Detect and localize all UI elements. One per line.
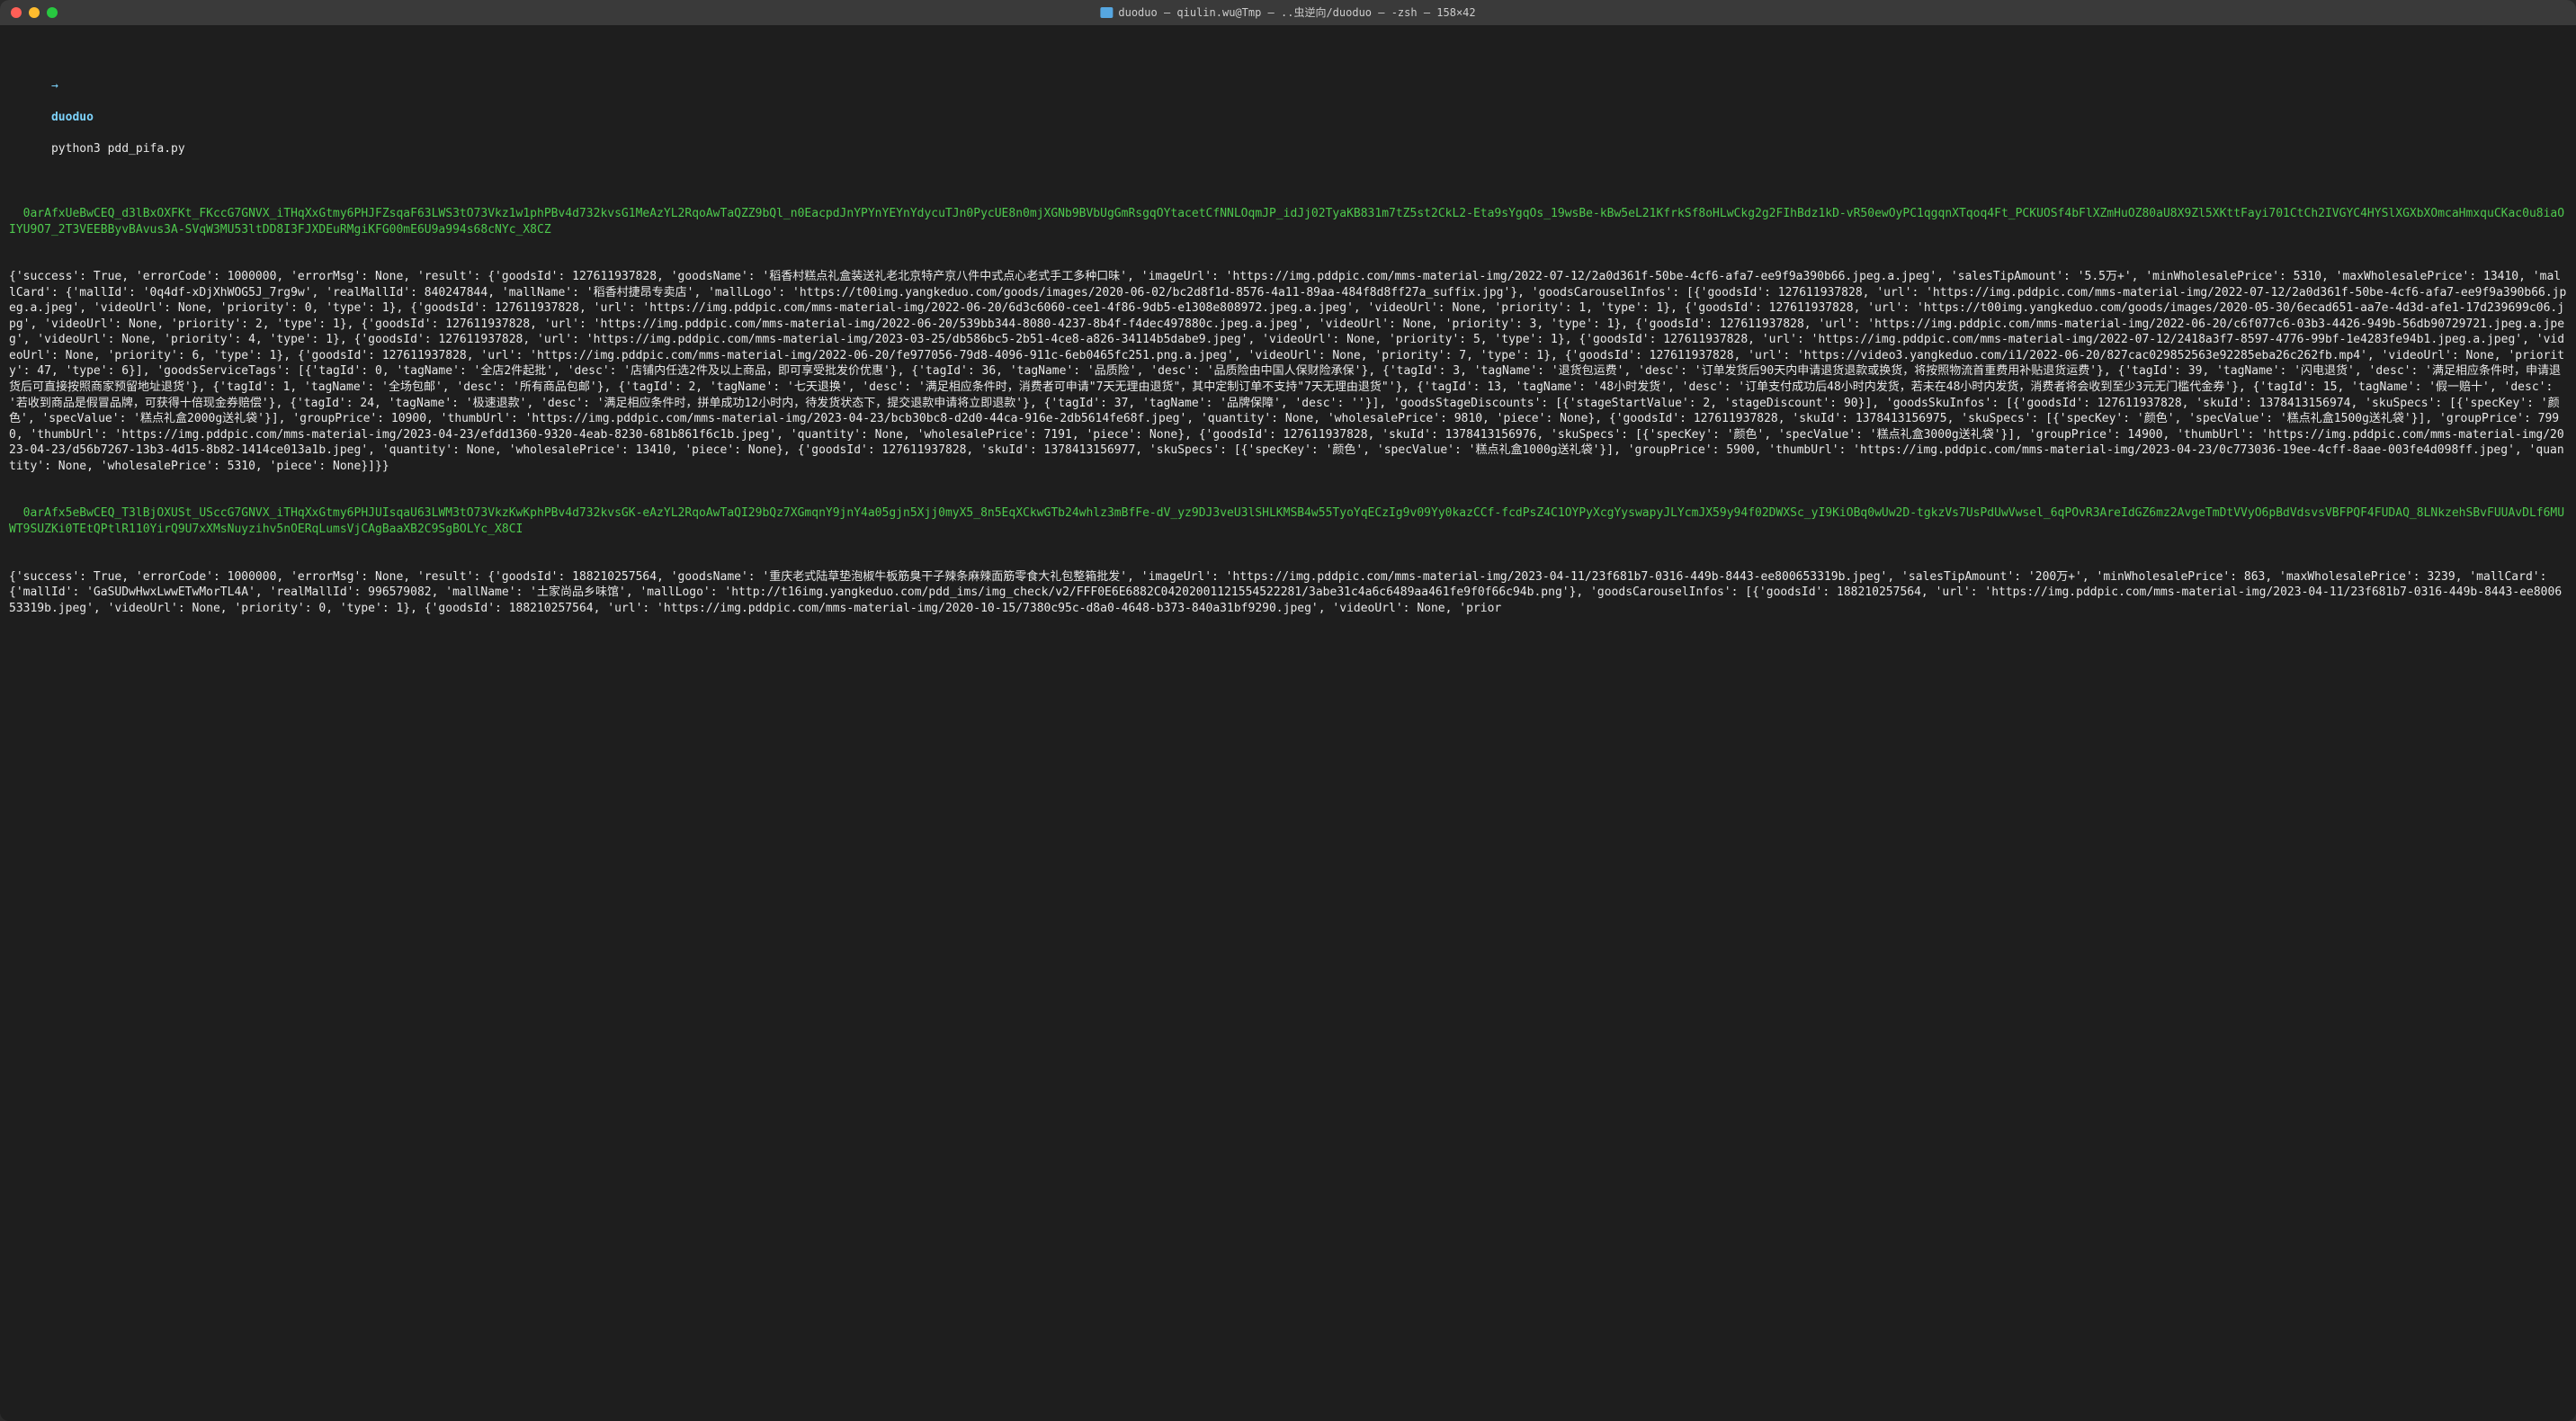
json-output-2: {'success': True, 'errorCode': 1000000, … bbox=[9, 569, 2567, 617]
titlebar[interactable]: duoduo — qiulin.wu@Tmp — ..虫逆向/duoduo — … bbox=[0, 0, 2576, 25]
json-output-1: {'success': True, 'errorCode': 1000000, … bbox=[9, 269, 2567, 474]
prompt-line: → duoduo python3 pdd_pifa.py bbox=[9, 62, 2567, 173]
traffic-lights bbox=[11, 7, 58, 18]
window-title-text: duoduo — qiulin.wu@Tmp — ..虫逆向/duoduo — … bbox=[1118, 5, 1475, 20]
prompt-command: python3 pdd_pifa.py bbox=[51, 142, 185, 156]
token-output-1: 0arAfxUeBwCEQ_d3lBxOXFKt_FKccG7GNVX_iTHq… bbox=[9, 206, 2567, 237]
maximize-icon[interactable] bbox=[47, 7, 58, 18]
terminal-window: duoduo — qiulin.wu@Tmp — ..虫逆向/duoduo — … bbox=[0, 0, 2576, 1421]
close-icon[interactable] bbox=[11, 7, 22, 18]
prompt-dir: duoduo bbox=[51, 111, 94, 124]
folder-icon bbox=[1100, 7, 1113, 18]
terminal-body[interactable]: → duoduo python3 pdd_pifa.py 0arAfxUeBwC… bbox=[0, 25, 2576, 1421]
minimize-icon[interactable] bbox=[29, 7, 40, 18]
token-output-2: 0arAfx5eBwCEQ_T3lBjOXUSt_USccG7GNVX_iTHq… bbox=[9, 505, 2567, 537]
window-title: duoduo — qiulin.wu@Tmp — ..虫逆向/duoduo — … bbox=[1100, 5, 1475, 20]
prompt-arrow: → bbox=[51, 79, 58, 93]
